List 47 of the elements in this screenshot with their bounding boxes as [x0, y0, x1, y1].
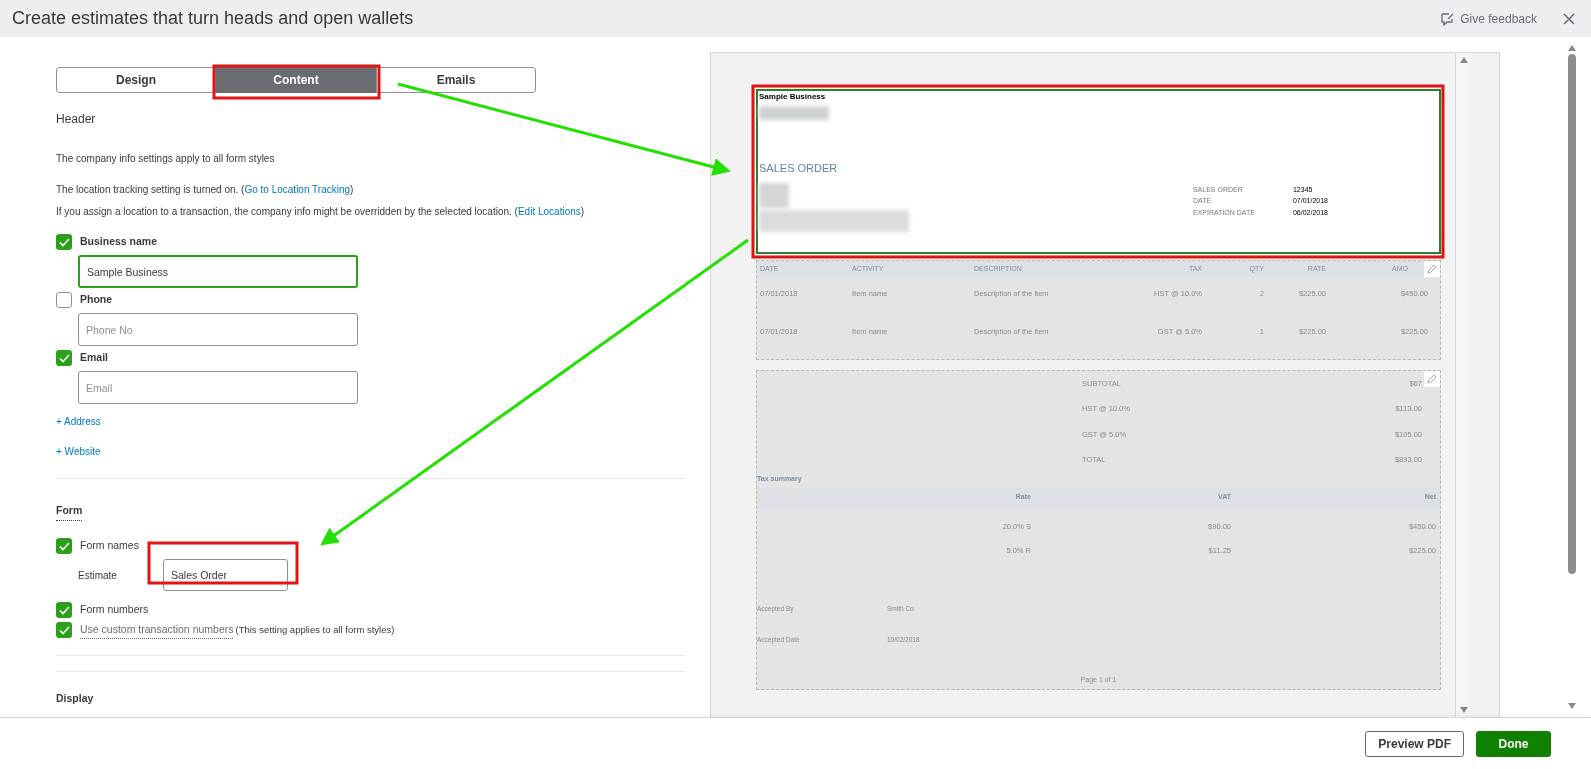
feedback-link[interactable]: Give feedback — [1440, 9, 1537, 28]
checkbox[interactable] — [56, 292, 72, 308]
scroll-down-icon[interactable] — [1459, 707, 1468, 713]
feedback-icon — [1440, 11, 1455, 26]
field-label: Phone — [80, 292, 113, 308]
scroll-up-icon[interactable] — [1568, 45, 1576, 51]
section-heading: Form — [56, 503, 83, 521]
input-field[interactable]: Sample Business — [78, 255, 358, 288]
edit-button[interactable] — [1424, 261, 1440, 277]
preview-pdf-button[interactable]: Preview PDF — [1365, 730, 1464, 757]
close-icon[interactable] — [1563, 12, 1575, 25]
checkbox[interactable] — [56, 538, 72, 554]
checkbox[interactable] — [56, 602, 72, 618]
pencil-icon — [1427, 264, 1437, 274]
checkbox[interactable] — [56, 234, 72, 250]
checkbox[interactable] — [56, 350, 72, 366]
tab[interactable]: Emails — [376, 67, 536, 93]
form-title: SALES ORDER — [759, 161, 839, 176]
info-text: If you assign a location to a transaction, the company info might be overridden by the selected location. (Edit Locations) — [56, 205, 586, 219]
scroll-down-icon[interactable] — [1568, 703, 1576, 709]
hint-text: (This setting applies to all form styles) — [235, 623, 395, 638]
add-link[interactable]: + Address — [56, 414, 101, 429]
input-field[interactable]: Phone No — [78, 313, 358, 346]
window-title: Create estimates that turn heads and open wallets — [12, 7, 414, 30]
section-heading: Display — [56, 690, 95, 706]
scrollbar[interactable] — [1455, 53, 1471, 717]
input-field[interactable]: Sales Order — [163, 559, 288, 591]
section-heading: Header — [56, 111, 97, 128]
scroll-up-icon[interactable] — [1459, 57, 1468, 63]
field-label: Estimate — [78, 568, 118, 583]
info-text: The location tracking setting is turned on. (Go to Location Tracking) — [56, 183, 355, 197]
business-name: Sample Business — [759, 91, 827, 103]
checkbox[interactable] — [56, 622, 72, 639]
field-label: Form numbers — [80, 602, 149, 618]
field-label: Form names — [80, 538, 139, 554]
edit-button[interactable] — [1424, 371, 1440, 387]
add-link[interactable]: + Website — [56, 444, 101, 459]
field-label[interactable]: Use custom transaction numbers — [80, 622, 234, 639]
blurred-text — [759, 106, 829, 120]
done-button[interactable]: Done — [1476, 730, 1551, 757]
field-label: Business name — [80, 234, 158, 250]
tab[interactable]: Design — [56, 67, 216, 93]
pencil-icon — [1427, 374, 1437, 384]
info-text: The company info settings apply to all form styles — [56, 152, 276, 166]
field-label: Email — [80, 350, 108, 366]
input-field[interactable]: Email — [78, 371, 358, 404]
tab[interactable]: Content — [216, 67, 376, 93]
